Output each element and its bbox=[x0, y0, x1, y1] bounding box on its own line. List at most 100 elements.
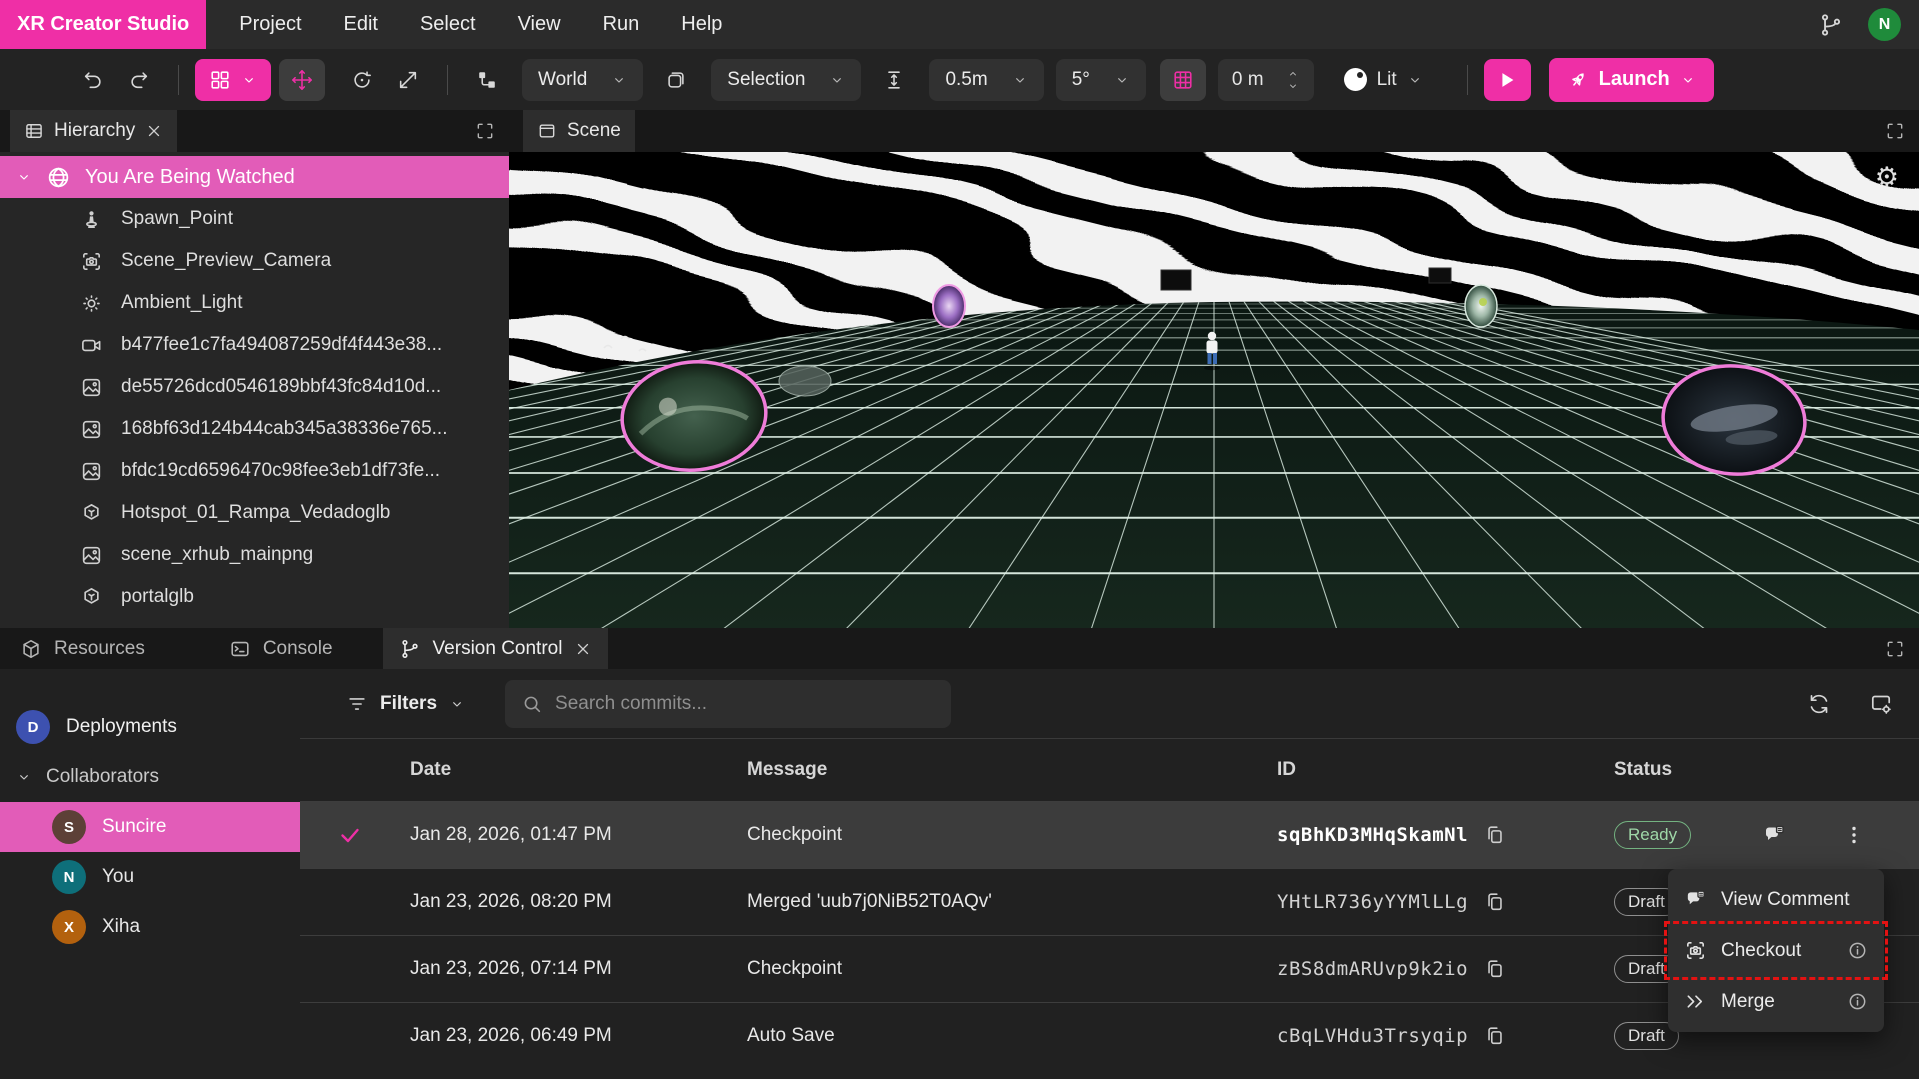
grid-height-stepper[interactable]: 0 m bbox=[1218, 59, 1314, 101]
redo-button[interactable] bbox=[116, 59, 162, 101]
collaborator-suncire[interactable]: SSuncire bbox=[0, 802, 300, 852]
column-header-message: Message bbox=[737, 759, 1267, 781]
copy-icon[interactable] bbox=[1484, 1025, 1506, 1047]
tab-hierarchy[interactable]: Hierarchy bbox=[10, 110, 177, 152]
chevron-down-icon bbox=[1407, 72, 1423, 88]
collaborator-xiha[interactable]: XXiha bbox=[0, 902, 300, 952]
transform-space-dropdown[interactable]: World bbox=[522, 59, 643, 101]
3d-viewport[interactable]: ⚙ bbox=[509, 152, 1919, 628]
layout-grid-button[interactable] bbox=[195, 59, 271, 101]
commit-check-cell bbox=[300, 823, 400, 847]
pivot-mode-button[interactable] bbox=[464, 59, 510, 101]
collaborator-avatar: N bbox=[52, 860, 86, 894]
shading-mode-dropdown[interactable]: Lit bbox=[1344, 68, 1423, 91]
snap-angle-dropdown[interactable]: 5° bbox=[1056, 59, 1146, 101]
context-menu-checkout[interactable]: Checkout bbox=[1668, 925, 1884, 976]
resources-cube-icon bbox=[20, 638, 42, 660]
context-menu-view-comment[interactable]: View Comment bbox=[1668, 874, 1884, 925]
commit-settings-icon[interactable] bbox=[1869, 692, 1893, 716]
scene-panel: Scene bbox=[509, 110, 1919, 628]
hierarchy-item-label: de55726dcd0546189bbf43fc84d10d... bbox=[121, 376, 441, 398]
collaborator-name: Xiha bbox=[102, 916, 140, 938]
kebab-menu-icon[interactable] bbox=[1842, 823, 1866, 847]
move-tool-button[interactable] bbox=[279, 59, 325, 101]
snap-angle-value: 5° bbox=[1072, 69, 1090, 91]
snap-distance-dropdown[interactable]: 0.5m bbox=[929, 59, 1043, 101]
hierarchy-item[interactable]: Scene_Preview_Camera bbox=[0, 240, 509, 282]
rotate-tool-button[interactable] bbox=[339, 59, 385, 101]
expand-panel-icon[interactable] bbox=[1885, 121, 1905, 141]
hierarchy-item[interactable]: Spawn_Point bbox=[0, 198, 509, 240]
commit-date: Jan 23, 2026, 06:49 PM bbox=[400, 1025, 737, 1047]
grid-toggle-button[interactable] bbox=[1160, 59, 1206, 101]
console-tab-label: Console bbox=[263, 638, 333, 660]
hierarchy-item[interactable]: de55726dcd0546189bbf43fc84d10d... bbox=[0, 366, 509, 408]
deployments-avatar: D bbox=[16, 710, 50, 744]
divider bbox=[178, 65, 179, 95]
selection-mode-dropdown[interactable]: Selection bbox=[711, 59, 861, 101]
hierarchy-item[interactable]: b477fee1c7fa494087259df4f443e38... bbox=[0, 324, 509, 366]
titlebar-right: N bbox=[1818, 0, 1919, 49]
search-commits-input[interactable] bbox=[555, 693, 935, 715]
hierarchy-item[interactable]: 168bf63d124b44cab345a38336e765... bbox=[0, 408, 509, 450]
menu-help[interactable]: Help bbox=[660, 13, 743, 36]
filters-dropdown[interactable]: Filters bbox=[346, 693, 465, 715]
hierarchy-item[interactable]: Hotspot_01_Rampa_Vedadoglb bbox=[0, 492, 509, 534]
snap-vertical-button[interactable] bbox=[871, 59, 917, 101]
step-up-icon[interactable] bbox=[1286, 68, 1300, 80]
context-menu-merge[interactable]: Merge bbox=[1668, 976, 1884, 1027]
commit-id-cell: zBS8dmARUvp9k2io bbox=[1267, 958, 1604, 980]
comment-icon[interactable] bbox=[1762, 823, 1786, 847]
tab-console[interactable]: Console bbox=[213, 628, 349, 669]
hierarchy-item-label: 168bf63d124b44cab345a38336e765... bbox=[121, 418, 448, 440]
search-commits-box[interactable] bbox=[505, 680, 951, 728]
user-avatar[interactable]: N bbox=[1868, 8, 1901, 41]
menu-run[interactable]: Run bbox=[582, 13, 661, 36]
launch-button[interactable]: Launch bbox=[1549, 58, 1714, 102]
hierarchy-item-label: Spawn_Point bbox=[121, 208, 233, 230]
menu-project[interactable]: Project bbox=[218, 13, 322, 36]
commit-id: cBqLVHdu3Trsyqip bbox=[1277, 1025, 1468, 1047]
menu-edit[interactable]: Edit bbox=[323, 13, 399, 36]
step-down-icon[interactable] bbox=[1286, 80, 1300, 92]
close-icon[interactable] bbox=[145, 122, 163, 140]
collaborator-you[interactable]: NYou bbox=[0, 852, 300, 902]
close-icon[interactable] bbox=[574, 640, 592, 658]
copy-icon[interactable] bbox=[1484, 891, 1506, 913]
collaborator-name: Suncire bbox=[102, 816, 166, 838]
sidebar-item-deployments[interactable]: D Deployments bbox=[0, 702, 300, 752]
hierarchy-item[interactable]: scene_xrhub_mainpng bbox=[0, 534, 509, 576]
transform-space-value: World bbox=[538, 69, 587, 91]
tab-scene[interactable]: Scene bbox=[523, 110, 635, 152]
resources-tab-label: Resources bbox=[54, 638, 145, 660]
chevron-down-icon[interactable] bbox=[16, 169, 32, 185]
image-icon bbox=[80, 544, 103, 567]
hierarchy-root-item[interactable]: You Are Being Watched bbox=[0, 156, 509, 198]
menu-select[interactable]: Select bbox=[399, 13, 497, 36]
tab-version-control[interactable]: Version Control bbox=[383, 628, 609, 669]
play-button[interactable] bbox=[1484, 59, 1531, 101]
hierarchy-item[interactable]: portalglb bbox=[0, 576, 509, 618]
info-icon[interactable] bbox=[1847, 991, 1868, 1012]
copy-icon[interactable] bbox=[1484, 824, 1506, 846]
expand-panel-icon[interactable] bbox=[475, 121, 495, 141]
version-control-icon[interactable] bbox=[1818, 12, 1844, 38]
tab-resources[interactable]: Resources bbox=[4, 628, 161, 669]
filters-label: Filters bbox=[380, 693, 437, 715]
scale-tool-button[interactable] bbox=[385, 59, 431, 101]
copy-icon[interactable] bbox=[1484, 958, 1506, 980]
commit-date: Jan 28, 2026, 01:47 PM bbox=[400, 824, 737, 846]
collaborators-header[interactable]: Collaborators bbox=[0, 752, 300, 802]
context-menu-label: Checkout bbox=[1721, 940, 1801, 962]
refresh-icon[interactable] bbox=[1807, 692, 1831, 716]
hierarchy-item[interactable]: Ambient_Light bbox=[0, 282, 509, 324]
scene-settings-gear-icon[interactable]: ⚙ bbox=[1875, 164, 1899, 191]
commit-row[interactable]: Jan 28, 2026, 01:47 PMCheckpointsqBhKD3M… bbox=[300, 801, 1919, 868]
expand-panel-icon[interactable] bbox=[1885, 639, 1905, 659]
info-icon[interactable] bbox=[1847, 940, 1868, 961]
frame-selection-button[interactable] bbox=[653, 59, 699, 101]
menu-view[interactable]: View bbox=[497, 13, 582, 36]
undo-button[interactable] bbox=[70, 59, 116, 101]
hierarchy-item[interactable]: bfdc19cd6596470c98fee3eb1df73fe... bbox=[0, 450, 509, 492]
chevron-down-icon bbox=[829, 72, 845, 88]
